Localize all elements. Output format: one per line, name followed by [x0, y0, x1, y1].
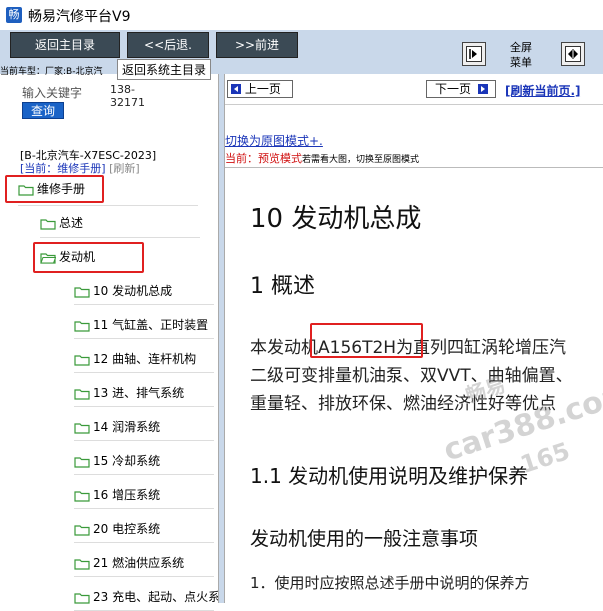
back-button[interactable]: <<后退.	[127, 32, 209, 58]
prev-page-button[interactable]: 上一页	[227, 80, 293, 98]
tree-item-chapter[interactable]: 10 发动机总成	[74, 282, 172, 300]
panel-splitter[interactable]	[218, 74, 225, 603]
folder-icon	[74, 558, 90, 570]
tree-item-overview[interactable]: 总述	[40, 214, 83, 232]
document-panel: 上一页 下一页 [刷新当前页.] 切换为原图模式+. 当前：预览模式若需看大图，…	[225, 74, 603, 603]
list-item: 1．使用时应按照总述手册中说明的保养方	[250, 574, 530, 592]
tree-item-chapter[interactable]: 20 电控系统	[74, 520, 160, 538]
title-bar: 畅 畅易汽修平台V9	[0, 0, 603, 31]
refresh-link[interactable]: [刷新]	[109, 162, 140, 175]
tree-item-chapter[interactable]: 21 燃油供应系统	[74, 554, 184, 572]
search-label: 输入关键字	[22, 86, 83, 100]
tree-item-chapter[interactable]: 13 进、排气系统	[74, 384, 184, 402]
arrow-right-icon	[477, 84, 488, 94]
switch-original-mode-link[interactable]: 切换为原图模式+.	[225, 132, 323, 149]
forward-button[interactable]: >>前进	[216, 32, 298, 58]
folder-icon	[40, 218, 56, 230]
window-title: 畅易汽修平台V9	[28, 9, 131, 25]
highlight-engine	[33, 242, 144, 273]
fullscreen-button[interactable]	[561, 42, 585, 66]
highlight-engine-model	[310, 323, 423, 358]
collapse-panel-button[interactable]	[462, 42, 486, 66]
doc-title: 10 发动机总成	[250, 204, 422, 234]
tooltip: 返回系统主目录	[117, 59, 212, 80]
tree-item-chapter[interactable]: 15 冷却系统	[74, 452, 160, 470]
current-section: [当前：维修手册] [刷新]	[20, 160, 140, 176]
tree-item-chapter[interactable]: 23 充电、起动、点火系	[74, 588, 220, 606]
subsection-general-notes: 发动机使用的一般注意事项	[250, 528, 479, 550]
search-input[interactable]: 138- 32171	[110, 83, 150, 109]
tree-item-chapter[interactable]: 16 增压系统	[74, 486, 160, 504]
fullscreen-menu-label[interactable]: 全屏 菜单	[506, 40, 536, 70]
current-car-info: 当前车型：厂家:B-北京汽	[0, 67, 103, 77]
tree-item-chapter[interactable]: 14 润滑系统	[74, 418, 160, 436]
folder-icon	[74, 388, 90, 400]
mode-indicator: 当前：预览模式若需看大图，切换至原图模式	[225, 152, 420, 165]
app-icon: 畅	[6, 7, 22, 23]
folder-icon	[74, 592, 90, 604]
folder-icon	[74, 490, 90, 502]
search-button[interactable]: 查询	[22, 102, 64, 119]
folder-icon	[74, 286, 90, 298]
folder-icon	[74, 320, 90, 332]
arrow-right-icon	[466, 46, 482, 62]
current-manual-link[interactable]: [当前：维修手册]	[20, 162, 106, 175]
next-page-button[interactable]: 下一页	[426, 80, 496, 98]
home-button[interactable]: 返回主目录	[10, 32, 120, 58]
pager-bar: 上一页 下一页 [刷新当前页.]	[225, 80, 603, 105]
toolbar: 返回主目录 <<后退. >>前进 全屏 菜单 当前车型：厂家:B-北京汽	[0, 30, 603, 77]
folder-icon	[74, 354, 90, 366]
arrow-left-icon	[231, 84, 241, 94]
folder-icon	[74, 524, 90, 536]
refresh-page-link[interactable]: [刷新当前页.]	[505, 82, 581, 99]
section-overview: 1 概述	[250, 274, 315, 299]
highlight-manual	[5, 175, 104, 203]
tree-item-chapter[interactable]: 11 气缸盖、正时装置	[74, 316, 208, 334]
folder-icon	[74, 422, 90, 434]
folder-icon	[74, 456, 90, 468]
expand-icon	[565, 46, 581, 62]
section-usage-maintenance: 1.1 发动机使用说明及维护保养	[250, 464, 529, 488]
tree-item-chapter[interactable]: 12 曲轴、连杆机构	[74, 350, 196, 368]
